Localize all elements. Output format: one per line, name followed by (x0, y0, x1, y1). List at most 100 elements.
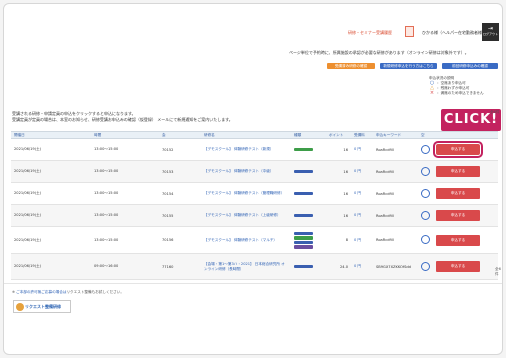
type-chip (294, 213, 313, 218)
available-circle-icon (421, 144, 430, 154)
cell-date: 2021/06/19(土) (11, 204, 91, 227)
col-availability: 空 (418, 131, 433, 139)
legend-item: × ：満席のため申込できません (429, 91, 484, 96)
table-header-row: 開催日 時間 会 研修名 種類 ポイント 受講料 申込キーワード 空 (11, 131, 498, 139)
cell-time: 09:00～16:00 (91, 253, 159, 280)
col-date[interactable]: 開催日 (11, 131, 91, 139)
training-title-link[interactable]: 【会場・第1～第3ハ・2021】 日本総合研究所 オンライン研修（長時間） (201, 253, 291, 280)
cell-fee: 0 円 (351, 182, 373, 205)
cell-availability (418, 253, 433, 280)
type-chip (294, 236, 313, 240)
document-icon[interactable] (405, 26, 414, 37)
col-fee[interactable]: 受講料 (351, 131, 373, 139)
apply-button[interactable]: 申込する (436, 166, 480, 177)
new-application-button[interactable]: 新規研修申込を行う方はこちら (380, 63, 437, 69)
badge-logo-icon (16, 303, 24, 311)
type-chip (294, 169, 313, 174)
cell-type (291, 253, 326, 280)
cell-keyword: RoaRcdfill (373, 226, 418, 254)
logout-label: ログアウト (482, 32, 498, 36)
notice-text: ページ単位で予約時に、所属施設の承認が必要な研修があります（オンライン研修は対象… (289, 50, 469, 55)
apply-button[interactable]: 申込する (436, 234, 480, 246)
table-row: 2021/06/19(土) 13:00～15:00 70154 【デモスクール】… (11, 182, 498, 205)
cell-time: 13:00～15:00 (91, 226, 159, 254)
cell-code: 70155 (159, 204, 201, 227)
training-title-link[interactable]: 【デモスクール】 体験研修テスト（管理職研修） (201, 182, 291, 205)
page-frame: 研修・セミナー受講履歴 ひかる様（ヘルパー在宅勤務者様） ⇥ ログアウト ページ… (3, 3, 503, 355)
footer-note: ※ ご本部の許可無ご応募の場合はリクエスト整備もお試しください。 (12, 290, 124, 295)
available-circle-icon (421, 235, 430, 244)
instruction-line: 受講定員が定員の場合は、本室のお知らせ、研修受講お申込みの確認（仮登録） メール… (12, 117, 233, 122)
cell-date: 2021/06/19(土) (11, 138, 91, 161)
cell-fee: 0 円 (351, 138, 373, 161)
training-table: 開催日 時間 会 研修名 種類 ポイント 受講料 申込キーワード 空 2021/… (11, 131, 498, 280)
cell-time: 13:00～15:00 (91, 204, 159, 227)
header: 研修・セミナー受講履歴 ひかる様（ヘルパー在宅勤務者様） ⇥ ログアウト ページ… (4, 4, 502, 56)
col-apply (433, 131, 498, 139)
cell-date: 2021/06/19(土) (11, 253, 91, 280)
apply-button[interactable]: 申込する (436, 261, 480, 272)
cell-availability (418, 226, 433, 254)
type-chip (294, 240, 313, 244)
cell-code: 70156 (159, 226, 201, 254)
cell-points: 16 (326, 182, 351, 205)
col-title[interactable]: 研修名 (201, 131, 291, 139)
completed-trainings-button[interactable]: 受講済み研修の確認 (327, 63, 375, 69)
col-code[interactable]: 会 (159, 131, 201, 139)
logout-button[interactable]: ⇥ ログアウト (482, 23, 499, 41)
cell-apply: 申込する (433, 182, 498, 205)
table-row: 2021/06/19(土) 13:00～15:00 70155 【デモスクール】… (11, 204, 498, 227)
cell-keyword: RoaRcdfill (373, 138, 418, 161)
cell-availability (418, 182, 433, 205)
cell-apply: 申込する (433, 226, 498, 254)
type-chip (294, 245, 313, 249)
table-row: 2021/06/19(土) 13:00～15:00 70152 【デモスクール】… (11, 138, 498, 161)
available-circle-icon (421, 261, 430, 271)
apply-button[interactable]: 申込する (433, 141, 483, 158)
apply-button[interactable]: 申込する (436, 210, 480, 221)
cell-availability (418, 138, 433, 161)
history-link[interactable]: 研修・セミナー受講履歴 (348, 30, 392, 35)
available-circle-icon (421, 188, 430, 198)
cell-apply: 申込する (433, 138, 498, 161)
col-time[interactable]: 時間 (91, 131, 159, 139)
training-title-link[interactable]: 【デモスクール】 体験研修テスト（上級研修） (201, 204, 291, 227)
cell-points: 16 (326, 138, 351, 161)
cell-availability (418, 204, 433, 227)
cell-time: 13:00～15:00 (91, 160, 159, 183)
request-training-badge[interactable]: リクエスト整備研修 (13, 300, 71, 313)
cell-fee: 0 円 (351, 253, 373, 280)
training-title-link[interactable]: 【デモスクール】 体験研修テスト（マルチ） (201, 226, 291, 254)
cell-code: 70154 (159, 182, 201, 205)
available-circle-icon (421, 210, 430, 220)
result-count-top: 全6件 (490, 110, 500, 114)
available-circle-icon (421, 166, 430, 176)
divider (4, 283, 502, 284)
previous-application-button[interactable]: 前回研修申込みの確認 (442, 63, 498, 69)
col-keyword: 申込キーワード (373, 131, 418, 139)
cell-code: 70152 (159, 138, 201, 161)
cell-keyword: SB9GX7XZKKOfSdd (373, 253, 418, 280)
cell-apply: 申込する (433, 253, 498, 280)
cell-type (291, 182, 326, 205)
result-count-bottom: 全6件 (495, 267, 501, 276)
training-title-link[interactable]: 【デモスクール】 体験研修テスト（新規） (201, 138, 291, 161)
cell-type (291, 204, 326, 227)
cell-code: 77160 (159, 253, 201, 280)
type-chip (294, 147, 313, 152)
status-legend: 申込状況の説明 ○ ：空席あり申込可 △ ：残席わずか申込可 × ：満席のため申込でき… (429, 76, 484, 96)
table-row: 2021/06/19(土) 09:00～16:00 77160 【会場・第1～第… (11, 253, 498, 280)
cell-fee: 0 円 (351, 160, 373, 183)
cell-keyword: RoaRcdfill (373, 160, 418, 183)
apply-button[interactable]: 申込する (436, 188, 480, 199)
table-row: 2021/06/19(土) 13:00～15:00 70156 【デモスクール】… (11, 226, 498, 254)
cell-apply: 申込する (433, 160, 498, 183)
col-points[interactable]: ポイント (326, 131, 351, 139)
cell-points: 16 (326, 160, 351, 183)
cell-code: 70153 (159, 160, 201, 183)
cell-date: 2021/06/19(土) (11, 182, 91, 205)
cross-icon: × (429, 90, 435, 96)
cell-keyword: RoaRcdfill (373, 182, 418, 205)
training-title-link[interactable]: 【デモスクール】 体験研修テスト（中級） (201, 160, 291, 183)
footer-link[interactable]: ご本部の許可無ご応募の場合は (16, 290, 66, 294)
